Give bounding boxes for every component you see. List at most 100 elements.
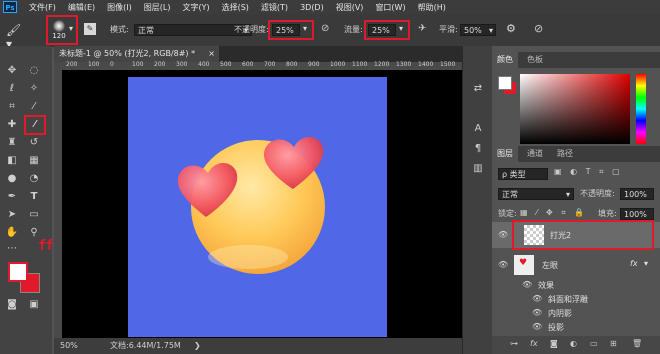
history-brush-tool-icon[interactable]: ↺ <box>26 136 42 150</box>
eraser-tool-icon[interactable]: ◧ <box>4 154 20 168</box>
layer-name[interactable]: 左眼 <box>542 260 558 271</box>
gradient-tool-icon[interactable]: ▦ <box>26 154 42 168</box>
more-tools-icon[interactable]: ⋯ <box>4 242 20 256</box>
lasso-tool-icon[interactable]: ℓ <box>4 82 20 96</box>
path-select-tool-icon[interactable]: ➤ <box>4 208 20 222</box>
blend-mode-select[interactable]: 正常 ▾ <box>498 188 574 200</box>
tab-layers[interactable]: 图层 <box>492 146 518 162</box>
adjustment-layer-icon[interactable]: ◐ <box>570 339 577 348</box>
document-size: 文档:6.44M/1.75M <box>110 341 181 350</box>
character-panel-icon[interactable]: A <box>470 122 486 136</box>
link-layers-icon[interactable]: ⊶ <box>510 339 518 348</box>
eye-icon[interactable]: 👁 <box>498 230 508 239</box>
blur-tool-icon[interactable]: ● <box>4 172 20 186</box>
layer-opacity-field[interactable]: 100% <box>620 188 654 200</box>
add-style-icon[interactable]: fx <box>530 339 538 348</box>
menu-select[interactable]: 选择(S) <box>216 2 255 13</box>
chevron-down-icon[interactable]: ▾ <box>399 24 403 33</box>
paragraph-panel-icon[interactable]: ¶ <box>470 142 486 156</box>
clone-stamp-tool-icon[interactable]: ♜ <box>4 136 20 150</box>
pressure-opacity-icon[interactable]: ⊘ <box>321 23 329 34</box>
effect-name[interactable]: 内阴影 <box>548 308 572 319</box>
layer-filter-select[interactable]: ρ 类型 <box>498 168 548 180</box>
eye-icon[interactable]: 👁 <box>532 294 542 303</box>
trash-icon[interactable]: 🗑 <box>632 339 642 348</box>
smoothing-field[interactable]: 50% ▾ <box>460 24 496 36</box>
crop-tool-icon[interactable]: ⌗ <box>4 100 20 114</box>
eyedropper-tool-icon[interactable]: ⁄ <box>26 100 42 114</box>
pressure-size-icon[interactable]: ⊘ <box>534 22 543 35</box>
brush-settings-icon[interactable]: ✎ <box>84 23 96 35</box>
menu-edit[interactable]: 编辑(E) <box>62 2 101 13</box>
eye-icon[interactable]: 👁 <box>532 308 542 317</box>
marquee-tool-icon[interactable]: ◌ <box>26 64 42 78</box>
layer-opacity-label: 不透明度: <box>580 189 615 198</box>
ruler-label: 400 <box>198 61 210 68</box>
tab-paths[interactable]: 路径 <box>552 146 578 162</box>
menu-help[interactable]: 帮助(H) <box>412 2 452 13</box>
tab-color[interactable]: 颜色 <box>492 52 518 68</box>
fill-field[interactable]: 100% <box>620 208 654 220</box>
ruler-label: 800 <box>286 61 298 68</box>
opacity-value: 25% <box>276 26 294 35</box>
smoothing-label: 平滑: <box>439 25 458 34</box>
menu-filter[interactable]: 滤镜(T) <box>255 2 294 13</box>
brush-preset-picker[interactable]: 120 <box>50 18 68 42</box>
ruler-label: 500 <box>220 61 232 68</box>
tab-channels[interactable]: 通道 <box>522 146 548 162</box>
pen-tool-icon[interactable]: ✒ <box>4 190 20 204</box>
document-canvas[interactable] <box>128 77 387 337</box>
color-panel-foreground-swatch[interactable] <box>498 76 512 90</box>
color-spectrum-field[interactable] <box>520 74 630 144</box>
lock-icons[interactable]: ▦ ⁄ ✥ ⌗ 🔒 <box>520 208 587 218</box>
quick-select-tool-icon[interactable]: ✧ <box>26 82 42 96</box>
type-tool-icon[interactable]: T <box>26 190 42 204</box>
move-tool-icon[interactable]: ✥ <box>4 64 20 78</box>
quick-mask-icon[interactable]: ◙ <box>4 298 20 312</box>
new-layer-icon[interactable]: ⊞ <box>610 339 617 348</box>
airbrush-icon[interactable]: ✈ <box>418 23 426 34</box>
hand-tool-icon[interactable]: ✋ <box>4 226 20 240</box>
healing-tool-icon[interactable]: ✚ <box>4 118 20 132</box>
menu-layer[interactable]: 图层(L) <box>138 2 177 13</box>
selected-layer-highlight <box>512 220 654 250</box>
dodge-tool-icon[interactable]: ◔ <box>26 172 42 186</box>
chevron-down-icon: ▾ <box>565 190 570 199</box>
chevron-down-icon[interactable]: ▾ <box>644 259 648 268</box>
gear-icon[interactable]: ⚙ <box>506 22 516 35</box>
history-panel-icon[interactable]: ⇄ <box>470 82 486 96</box>
chevron-down-icon[interactable]: ▾ <box>303 24 307 33</box>
menu-type[interactable]: 文字(Y) <box>176 2 215 13</box>
menu-file[interactable]: 文件(F) <box>23 2 62 13</box>
screen-mode-icon[interactable]: ▣ <box>26 298 42 312</box>
document-tab[interactable]: 未标题-1 @ 50% (打光2, RGB/8#) * × <box>54 46 219 62</box>
ruler-label: 200 <box>66 61 78 68</box>
new-group-icon[interactable]: ▭ <box>590 339 598 348</box>
foreground-color-swatch[interactable] <box>8 262 28 282</box>
brush-tool-preset-icon[interactable]: 🖌▾ <box>6 23 26 51</box>
menu-window[interactable]: 窗口(W) <box>369 2 411 13</box>
brush-tool-icon[interactable]: ⁄ <box>27 118 43 132</box>
rectangle-tool-icon[interactable]: ▭ <box>26 208 42 222</box>
layer-filter-icons[interactable]: ▣ ◐ T ⌗ ▢ <box>554 167 623 177</box>
zoom-level[interactable]: 50% <box>60 338 78 354</box>
eye-icon[interactable]: 👁 <box>498 260 508 269</box>
chevron-down-icon[interactable]: ▾ <box>69 24 73 33</box>
menu-view[interactable]: 视图(V) <box>330 2 370 13</box>
close-icon[interactable]: × <box>208 46 215 62</box>
eye-icon[interactable]: 👁 <box>532 322 542 331</box>
properties-panel-icon[interactable]: ▥ <box>470 162 486 176</box>
flow-field[interactable]: 25% <box>368 24 396 36</box>
effect-name[interactable]: 斜面和浮雕 <box>548 294 588 305</box>
opacity-field[interactable]: 25% <box>272 24 300 36</box>
chevron-right-icon[interactable]: ❯ <box>194 338 201 354</box>
add-mask-icon[interactable]: ◙ <box>550 339 558 348</box>
effect-name[interactable]: 投影 <box>548 322 564 333</box>
tab-swatches[interactable]: 色板 <box>522 52 548 68</box>
eye-icon[interactable]: 👁 <box>522 280 532 289</box>
fx-badge[interactable]: fx <box>630 259 638 268</box>
menu-3d[interactable]: 3D(D) <box>294 3 330 12</box>
hue-slider[interactable] <box>636 74 646 144</box>
menu-image[interactable]: 图像(I) <box>101 2 138 13</box>
layer-row[interactable]: 👁 ♥ 左眼 fx ▾ <box>492 252 660 278</box>
